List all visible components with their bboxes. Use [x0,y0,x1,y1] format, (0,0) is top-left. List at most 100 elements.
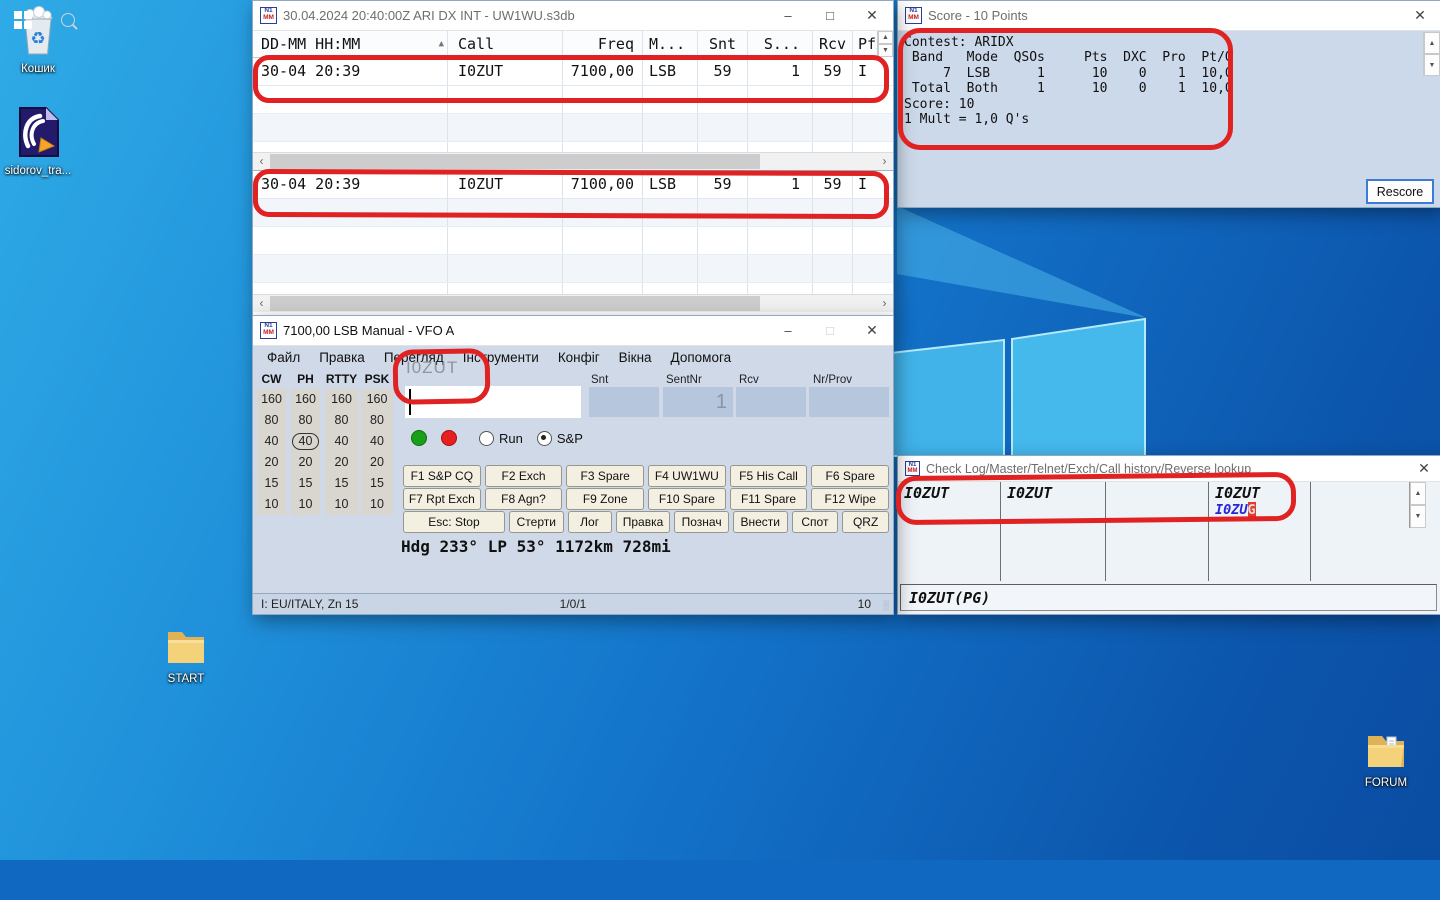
store-button[interactable]: Внести [733,511,788,533]
check-col-master[interactable]: I0ZUT [1001,482,1106,581]
band-button[interactable]: 15 [291,473,320,494]
status-qso-counter: 1/0/1 [560,597,587,611]
f10-button[interactable]: F10 Spare [648,488,726,510]
band-button[interactable]: 80 [325,410,358,431]
folder-with-files-icon [1364,732,1408,770]
log-row[interactable]: 30-04 20:39 I0ZUT 7100,00 LSB 59 1 59 I [253,58,893,86]
entry-window-titlebar[interactable]: N1MM 7100,00 LSB Manual - VFO A – □ ✕ [253,316,893,346]
cell-mode: LSB [643,58,698,85]
check-col-reverse[interactable] [1311,482,1409,581]
maximize-button[interactable]: □ [809,1,851,30]
status-country-info: I: EU/ITALY, Zn 15 [261,597,358,611]
band-button[interactable]: 160 [361,389,393,410]
log-window-titlebar[interactable]: N1MM 30.04.2024 20:40:00Z ARI DX INT - U… [253,1,893,31]
band-button[interactable]: 10 [325,494,358,515]
f7-button[interactable]: F7 Rpt Exch [403,488,481,510]
horizontal-scrollbar[interactable]: ‹› [253,294,893,312]
log-row[interactable]: 30-04 20:39 I0ZUT 7100,00 LSB 59 1 59 I [253,171,893,199]
check-col-telnet[interactable] [1106,482,1209,581]
vertical-scrollbar[interactable]: ▲▼ [1409,482,1426,528]
band-button[interactable]: 80 [361,410,393,431]
band-button[interactable]: 10 [257,494,286,515]
f9-button[interactable]: F9 Zone [566,488,644,510]
band-button[interactable]: 40 [325,431,358,452]
band-button[interactable]: 20 [291,452,320,473]
band-button[interactable]: 10 [291,494,320,515]
check-window-titlebar[interactable]: N1MM Check Log/Master/Telnet/Exch/Call h… [898,456,1440,482]
close-button[interactable]: ✕ [851,1,893,30]
f1-button[interactable]: F1 S&P CQ [403,465,481,487]
run-radio[interactable] [479,431,494,446]
vertical-scrollbar[interactable]: ▲▼ [877,31,893,57]
desktop-icon-sidorov-file[interactable]: sidorov_tra... [0,106,76,178]
menu-tools[interactable]: Інструменти [463,350,539,365]
score-window-titlebar[interactable]: N1MM Score - 10 Points ✕ [898,1,1440,31]
check-col-callhistory[interactable]: I0ZUT I0ZUG [1209,482,1311,581]
nrprov-input[interactable] [809,387,889,417]
menu-windows[interactable]: Вікна [619,350,652,365]
esc-stop-button[interactable]: Esc: Stop [403,511,505,533]
band-button[interactable]: 160 [257,389,286,410]
vertical-scrollbar[interactable]: ▲▼ [1423,32,1440,76]
text-caret [409,389,411,415]
band-button[interactable]: 160 [325,389,358,410]
callsign-input[interactable] [405,386,581,418]
log-table-header[interactable]: DD-MM HH:MM ▲ Call Freq M... Snt S... Rc… [253,31,877,58]
rcv-label: Rcv [739,374,759,386]
horizontal-scrollbar[interactable]: ‹› [253,152,893,170]
f3-button[interactable]: F3 Spare [566,465,644,487]
f6-button[interactable]: F6 Spare [811,465,889,487]
menu-file[interactable]: Файл [267,350,300,365]
f12-button[interactable]: F12 Wipe [811,488,889,510]
f11-button[interactable]: F11 Spare [730,488,808,510]
resize-grip[interactable]: ░ [883,600,890,610]
rcv-input[interactable] [736,387,806,417]
close-button[interactable]: ✕ [1407,456,1440,481]
col-header-mode: M... [643,31,698,57]
cell-call: I0ZUT [448,58,563,85]
minimize-button[interactable]: – [767,1,809,30]
band-button[interactable]: 15 [257,473,286,494]
band-button[interactable]: 15 [325,473,358,494]
maximize-button[interactable]: □ [809,316,851,345]
band-button[interactable]: 20 [361,452,393,473]
wipe-button[interactable]: Стерти [509,511,564,533]
band-button[interactable]: 40 [257,431,286,452]
band-button-selected[interactable]: 40 [291,431,320,452]
close-button[interactable]: ✕ [1399,1,1440,30]
start-button[interactable] [0,0,46,40]
band-button[interactable]: 80 [257,410,286,431]
f2-button[interactable]: F2 Exch [485,465,563,487]
edit-button[interactable]: Правка [616,511,671,533]
f5-button[interactable]: F5 His Call [730,465,808,487]
band-button[interactable]: 160 [291,389,320,410]
run-radio-label: Run [499,431,523,446]
sp-radio[interactable] [537,431,552,446]
band-button[interactable]: 15 [361,473,393,494]
minimize-button[interactable]: – [767,316,809,345]
qrz-button[interactable]: QRZ [842,511,889,533]
desktop-icon-start-folder[interactable]: START [148,628,224,686]
rescore-button[interactable]: Rescore [1366,179,1434,204]
menu-edit[interactable]: Правка [319,350,365,365]
log-button[interactable]: Лог [568,511,612,533]
menu-help[interactable]: Допомога [671,350,732,365]
band-button[interactable]: 80 [291,410,320,431]
band-button[interactable]: 20 [325,452,358,473]
menu-config[interactable]: Конфіг [558,350,600,365]
sentnr-input[interactable]: 1 [663,387,733,417]
score-line: Contest: ARIDX [904,35,1233,50]
band-button[interactable]: 10 [361,494,393,515]
spot-button[interactable]: Спот [792,511,839,533]
f8-button[interactable]: F8 Agn? [485,488,563,510]
close-button[interactable]: ✕ [851,316,893,345]
heading-info: Hdg 233° LP 53° 1172km 728mi [401,537,671,556]
partial-match-call[interactable]: I0ZUG [1215,502,1304,518]
band-button[interactable]: 20 [257,452,286,473]
snt-input[interactable] [589,387,659,417]
band-button[interactable]: 40 [361,431,393,452]
desktop-icon-forum-folder[interactable]: FORUM [1348,732,1424,790]
mark-button[interactable]: Познач [674,511,729,533]
check-col-log[interactable]: I0ZUT [898,482,1001,581]
f4-button[interactable]: F4 UW1WU [648,465,726,487]
